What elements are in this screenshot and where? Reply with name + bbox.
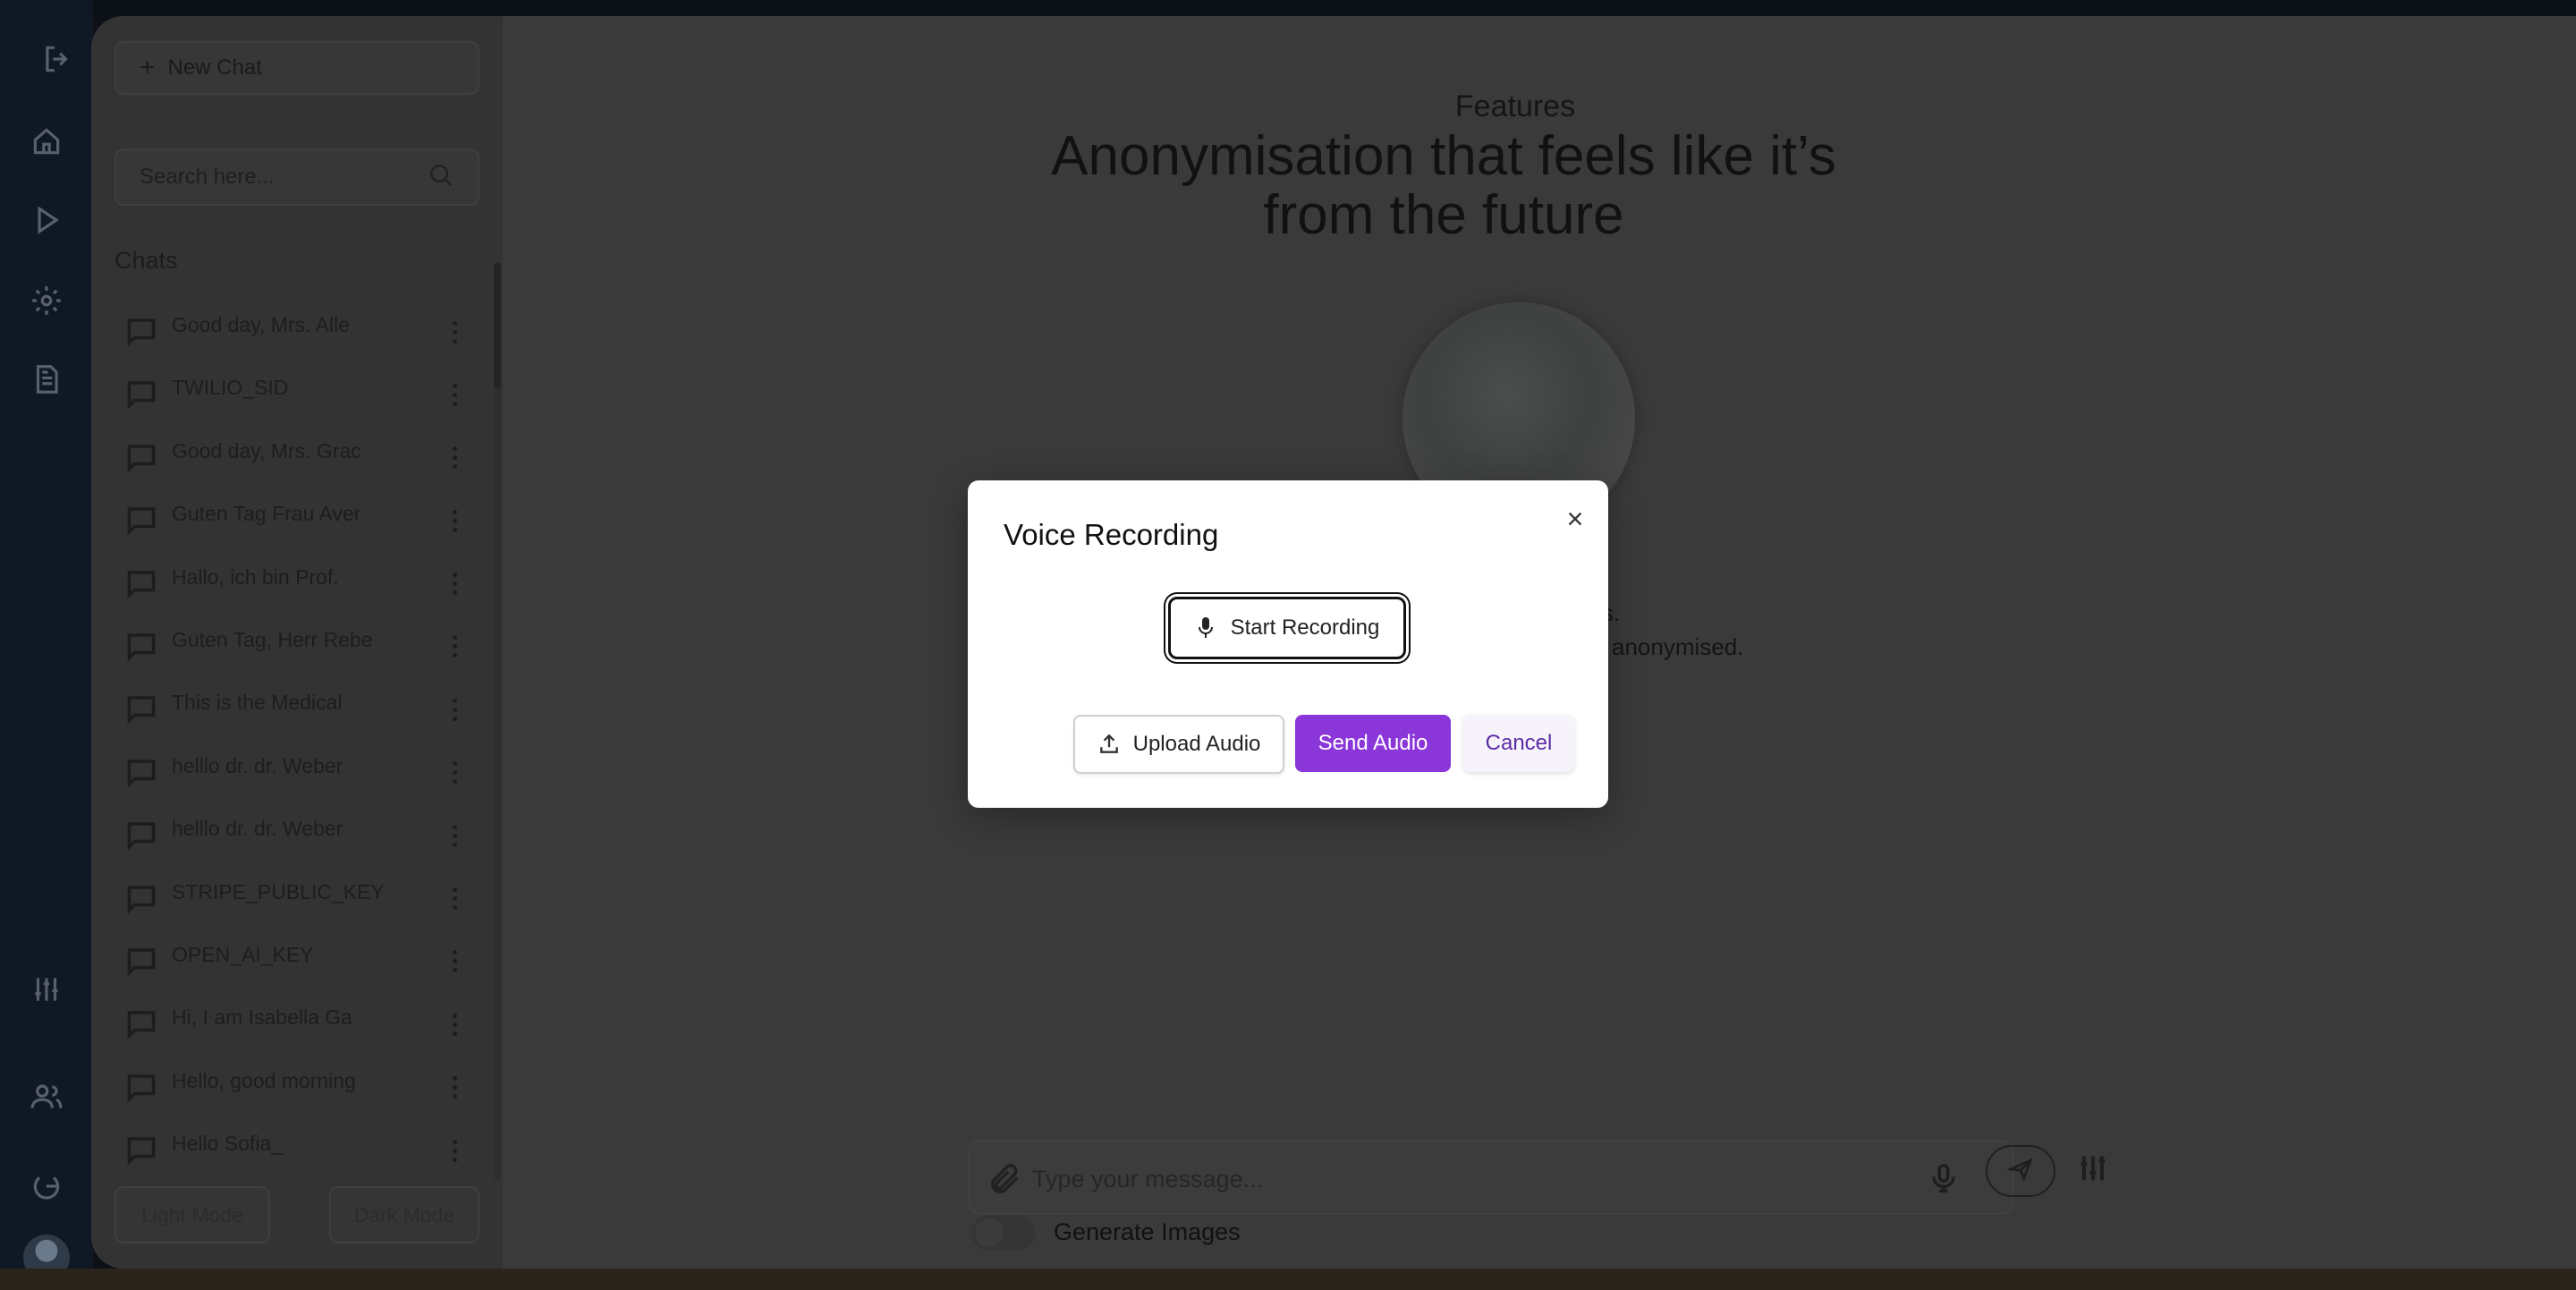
logout-icon[interactable] [36,38,79,81]
more-vertical-icon[interactable] [445,696,463,723]
chat-sidebar: + New Chat Chats Good day, Mrs. Alle TWI… [91,16,503,1269]
chat-item-label: helllo dr. dr. Weber [172,753,343,777]
voice-recording-modal: Voice Recording Start Recording Upload A… [968,480,1608,808]
more-vertical-icon[interactable] [445,1011,463,1038]
chat-item-label: Guten Tag, Herr Rebe [172,627,373,651]
sliders-icon[interactable] [25,968,68,1011]
send-button[interactable] [1986,1145,2055,1197]
more-vertical-icon[interactable] [445,445,463,471]
top-strip [0,0,2576,16]
chat-bubble-icon [125,567,157,599]
chat-item-label: Hello, good morning [172,1068,356,1092]
chat-item-label: TWILIO_SID [172,376,289,400]
icon-rail [0,0,93,1290]
upload-audio-label: Upload Audio [1132,732,1261,756]
chat-bubble-icon [125,882,157,914]
chat-bubble-icon [125,504,157,537]
more-vertical-icon[interactable] [445,507,463,534]
chat-item-label: STRIPE_PUBLIC_KEY [172,879,385,904]
power-icon[interactable] [25,1165,68,1208]
home-icon[interactable] [25,120,68,163]
bottom-strip [0,1269,2576,1290]
upload-audio-button[interactable]: Upload Audio [1073,715,1284,774]
chat-bubble-icon [125,819,157,851]
settings-icon[interactable] [25,279,68,322]
users-icon[interactable] [25,1075,68,1118]
send-audio-button[interactable]: Send Audio [1295,715,1451,772]
chat-item-label: OPEN_AI_KEY [172,942,314,966]
generate-images-label: Generate Images [1054,1218,1241,1245]
new-chat-label: New Chat [167,55,262,80]
chat-bubble-icon [125,630,157,662]
chat-item-label: helllo dr. dr. Weber [172,817,343,841]
chat-bubble-icon [125,315,157,347]
more-vertical-icon[interactable] [445,886,463,912]
message-composer [968,1140,2014,1215]
chat-item-label: Hi, I am Isabella Ga [172,1006,352,1030]
more-vertical-icon[interactable] [445,948,463,975]
more-vertical-icon[interactable] [445,381,463,408]
more-vertical-icon[interactable] [445,1137,463,1164]
cancel-button[interactable]: Cancel [1463,715,1574,772]
chat-bubble-icon [125,692,157,726]
start-recording-button[interactable]: Start Recording [1168,597,1406,659]
plus-icon: + [140,53,156,82]
chat-item-label: This is the Medical [172,691,343,715]
chat-item-label: Hello Sofia_ [172,1132,284,1156]
chat-item-label: Guten Tag Frau Aver [172,502,361,526]
play-icon[interactable] [25,199,68,242]
chat-item-label: Good day, Mrs. Grac [172,438,361,463]
chat-bubble-icon [125,756,157,788]
microphone-icon [1198,617,1213,638]
chat-item-label: Good day, Mrs. Alle [172,313,350,336]
start-recording-label: Start Recording [1230,615,1380,640]
paperclip-icon[interactable] [987,1161,1023,1201]
document-icon[interactable] [25,358,68,401]
features-eyebrow: Features [1454,89,1576,123]
tune-settings-icon[interactable] [2075,1150,2111,1191]
new-chat-button[interactable]: + New Chat [114,41,479,95]
more-vertical-icon[interactable] [445,822,463,849]
chats-heading: Chats [114,247,178,274]
chat-bubble-icon [125,1071,157,1103]
sidebar-scrollbar[interactable] [494,263,501,1181]
chat-bubble-icon [125,378,157,411]
page-headline: Anonymisation that feels like it’s from … [1051,125,1836,246]
chat-bubble-icon [125,945,157,977]
search-box [114,149,479,206]
light-mode-button[interactable]: Light Mode [114,1186,270,1243]
modal-title: Voice Recording [1004,518,1219,551]
send-icon [2005,1156,2034,1187]
microphone-icon[interactable] [1927,1161,1961,1200]
search-input[interactable] [140,165,408,190]
more-vertical-icon[interactable] [445,571,463,598]
dark-mode-button[interactable]: Dark Mode [329,1186,479,1243]
description-line-2: anonymised. [1612,633,1744,660]
close-icon[interactable] [1558,502,1592,536]
generate-images-toggle[interactable] [971,1215,1036,1251]
upload-icon [1099,734,1118,753]
more-vertical-icon[interactable] [445,318,463,345]
search-icon[interactable] [428,162,454,193]
chat-bubble-icon [125,1007,157,1040]
more-vertical-icon[interactable] [445,633,463,660]
chat-item-label: Hallo, ich bin Prof. [172,564,339,589]
message-input[interactable] [1032,1159,1837,1199]
chat-bubble-icon [125,441,157,473]
sidebar-scrollbar-thumb[interactable] [494,263,501,388]
more-vertical-icon[interactable] [445,760,463,786]
chat-bubble-icon [125,1133,157,1166]
more-vertical-icon[interactable] [445,1074,463,1101]
